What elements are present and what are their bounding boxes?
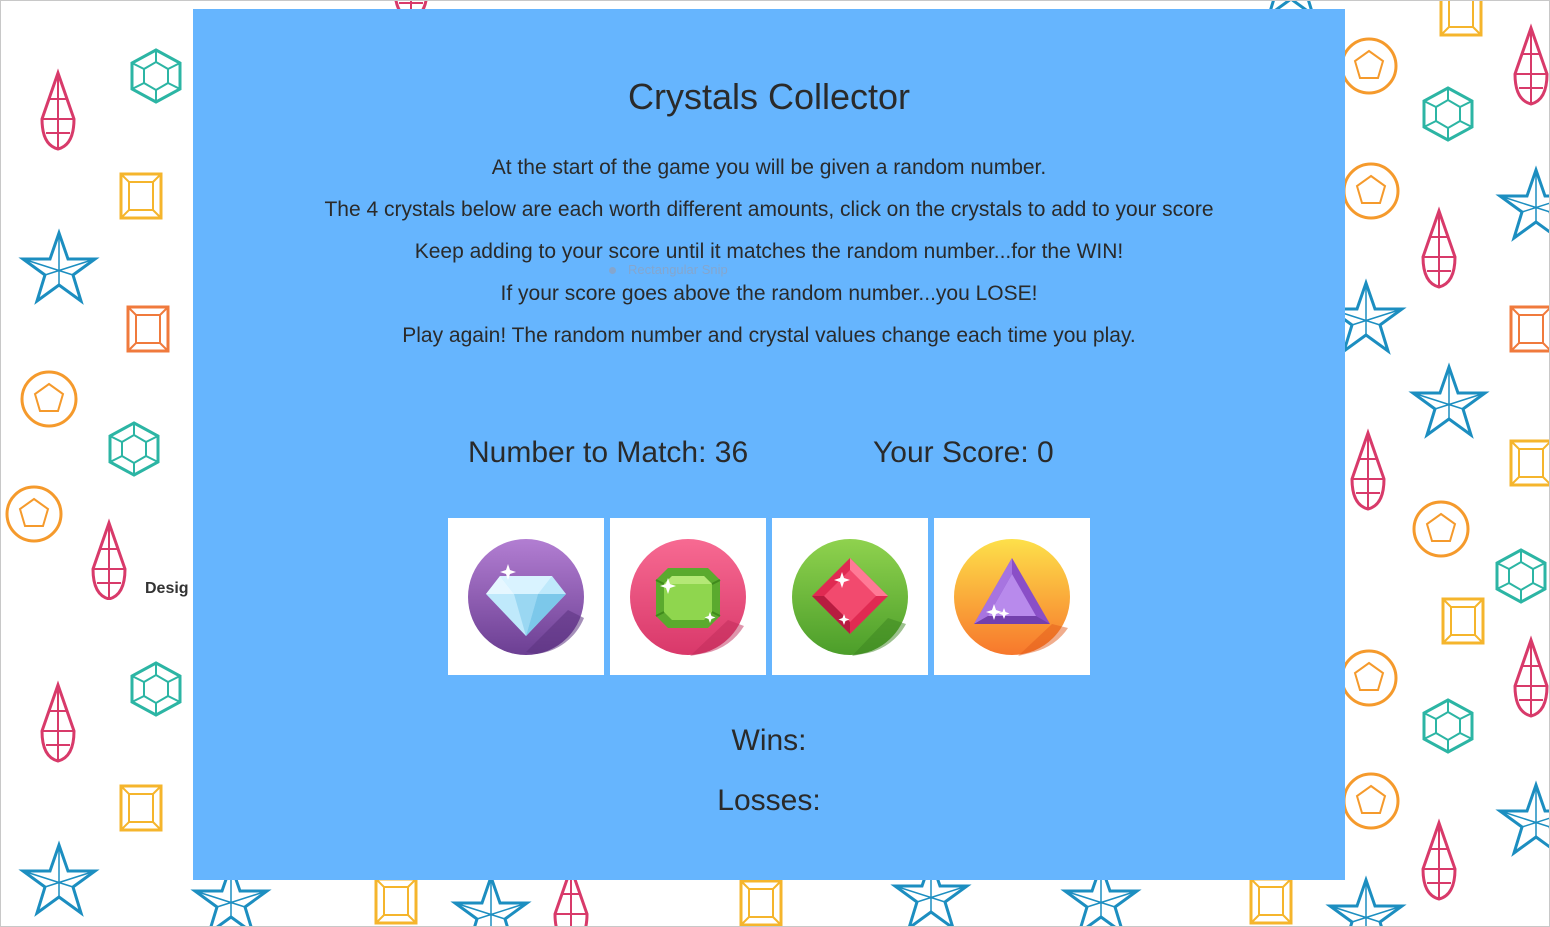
game-page: Desig Crystals Collector At the start of… <box>0 0 1550 927</box>
losses-counter: Losses: <box>717 784 821 817</box>
your-score: Your Score: 0 <box>873 436 1054 469</box>
crystal-row <box>448 518 1098 675</box>
instructions: At the start of the game you will be giv… <box>193 154 1345 364</box>
instruction-line: At the start of the game you will be giv… <box>491 156 1047 179</box>
ghost-tooltip-label: Rectangular Snip <box>628 262 728 277</box>
crystal-button-ruby[interactable] <box>772 518 928 675</box>
crystal-button-emerald[interactable] <box>610 518 766 675</box>
instruction-line: If your score goes above the random numb… <box>500 282 1038 305</box>
background-strip <box>1 600 193 602</box>
amethyst-crystal-icon <box>954 539 1070 656</box>
crystal-button-diamond[interactable] <box>448 518 604 675</box>
game-panel: Crystals Collector At the start of the g… <box>193 9 1345 880</box>
ghost-dot-icon <box>609 267 616 275</box>
diamond-crystal-icon <box>468 539 584 655</box>
background-design-label: Desig <box>141 578 193 600</box>
instruction-line: Play again! The random number and crysta… <box>402 324 1136 347</box>
ghost-tooltip: Rectangular Snip <box>609 260 809 280</box>
wins-counter: Wins: <box>731 724 807 757</box>
crystal-button-amethyst[interactable] <box>934 518 1090 675</box>
emerald-crystal-icon <box>630 539 746 656</box>
number-to-match: Number to Match: 36 <box>468 436 749 469</box>
instruction-line: The 4 crystals below are each worth diff… <box>324 198 1214 221</box>
page-title: Crystals Collector <box>627 76 911 117</box>
ruby-crystal-icon <box>792 539 908 656</box>
